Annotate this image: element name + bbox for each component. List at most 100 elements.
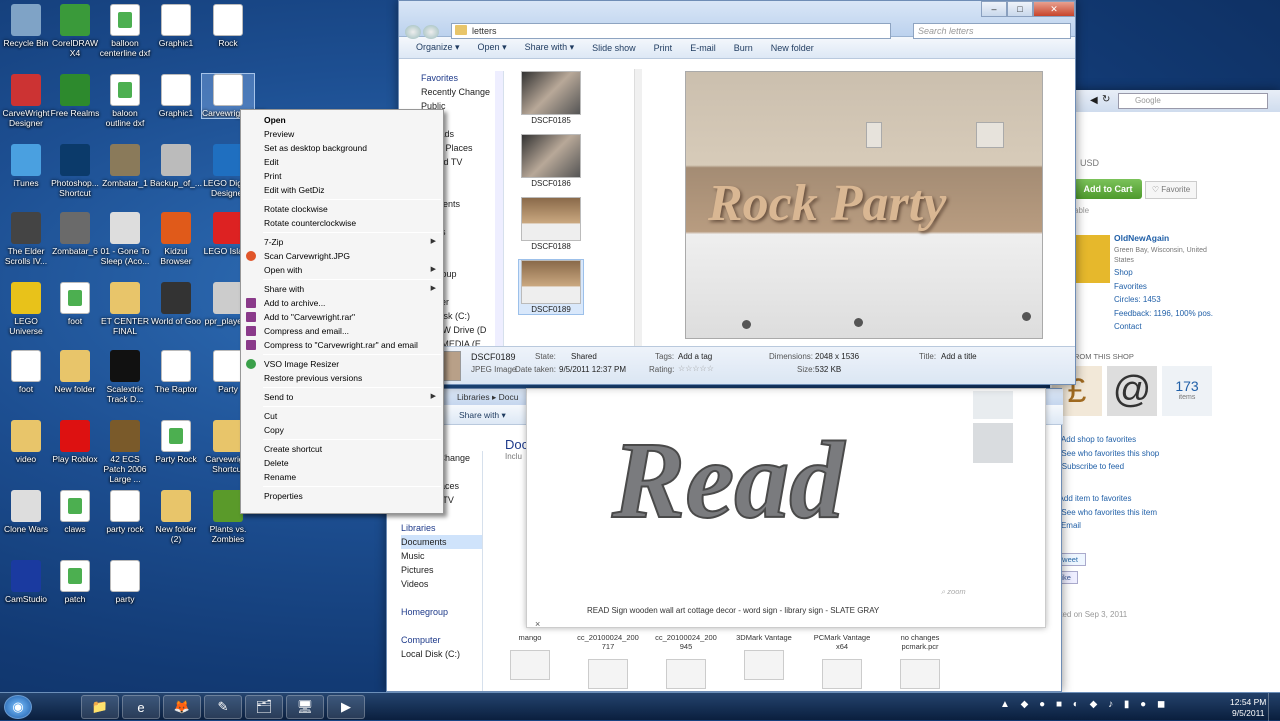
menu-item-add-to-archive[interactable]: Add to archive... bbox=[241, 296, 443, 310]
folder-icon[interactable]: 🗂 bbox=[245, 695, 283, 719]
nav-item[interactable]: Computer bbox=[401, 633, 482, 647]
nav-item[interactable]: Videos bbox=[401, 577, 482, 591]
file-item[interactable]: mango bbox=[495, 633, 565, 680]
maximize-button[interactable]: □ bbox=[1007, 1, 1033, 17]
menu-item-edit[interactable]: Edit bbox=[241, 155, 443, 169]
menu-item-open-with[interactable]: Open with ▶ bbox=[241, 263, 443, 277]
nav-item[interactable]: Local Disk (C:) bbox=[401, 647, 482, 661]
menu-item-scan-carvewright-jpg[interactable]: Scan Carvewright.JPG bbox=[241, 249, 443, 263]
desktop-icon[interactable]: Kidzui Browser bbox=[150, 212, 202, 266]
refresh-icon[interactable]: ↻ bbox=[1102, 94, 1110, 105]
desktop-icon[interactable]: Zombatar_6 bbox=[49, 212, 101, 256]
link-item[interactable]: ♡ See who favorites this item bbox=[1052, 506, 1157, 520]
menu-item-7-zip[interactable]: 7-Zip ▶ bbox=[241, 235, 443, 249]
link-item[interactable]: Favorites bbox=[1114, 280, 1213, 294]
desktop-icon[interactable]: Scalextric Track D... bbox=[99, 350, 151, 404]
desktop-icon[interactable]: Free Realms bbox=[49, 74, 101, 118]
menu-item-properties[interactable]: Properties bbox=[241, 489, 443, 503]
file-item[interactable]: no changes pcmark.pcr bbox=[885, 633, 955, 689]
close-panel-icon[interactable]: × bbox=[535, 619, 540, 629]
menu-item-share-with[interactable]: Share with ▶ bbox=[241, 282, 443, 296]
firefox-icon[interactable]: 🦊 bbox=[163, 695, 201, 719]
toolbar-button[interactable]: Print bbox=[654, 43, 673, 53]
add-to-cart-button[interactable]: Add to Cart bbox=[1074, 179, 1142, 199]
desktop-icon[interactable]: Graphic1 bbox=[150, 4, 202, 48]
menu-item-compress-to-carvewright-rar-and-email[interactable]: Compress to "Carvewright.rar" and email bbox=[241, 338, 443, 352]
nav-item[interactable]: Documents bbox=[401, 535, 482, 549]
link-item[interactable]: Circles: 1453 bbox=[1114, 293, 1213, 307]
link-item[interactable]: ♡ Add shop to favorites bbox=[1052, 433, 1159, 447]
toolbar-button[interactable]: E-mail bbox=[690, 43, 716, 53]
items-count-box[interactable]: 173 items bbox=[1162, 366, 1212, 416]
favorite-button[interactable]: ♡ Favorite bbox=[1145, 181, 1197, 199]
clock-date[interactable]: 9/5/2011 bbox=[1232, 708, 1264, 718]
address-bar[interactable]: letters bbox=[451, 23, 891, 39]
desktop-icon[interactable]: The Elder Scrolls IV... bbox=[0, 212, 52, 266]
desktop-icon[interactable]: World of Goo bbox=[150, 282, 202, 326]
rating-stars[interactable]: ☆☆☆☆☆ bbox=[678, 364, 714, 373]
desktop-icon[interactable]: Party Rock bbox=[150, 420, 202, 464]
menu-item-send-to[interactable]: Send to ▶ bbox=[241, 390, 443, 404]
ie-icon[interactable]: e bbox=[122, 695, 160, 719]
minimize-button[interactable]: – bbox=[981, 1, 1007, 17]
link-item[interactable]: ♡ See who favorites this shop bbox=[1052, 447, 1159, 461]
file-item[interactable]: DSCF0185 bbox=[519, 71, 583, 125]
media-icon[interactable]: ▶ bbox=[327, 695, 365, 719]
nav-scrollbar[interactable] bbox=[495, 71, 503, 346]
nav-item[interactable]: Favorites bbox=[421, 71, 503, 85]
desktop-icon[interactable]: CarveWright Designer bbox=[0, 74, 52, 128]
toolbar-button[interactable]: Open ▾ bbox=[478, 42, 507, 53]
menu-item-restore-previous-versions[interactable]: Restore previous versions bbox=[241, 371, 443, 385]
menu-item-rotate-counterclockwise[interactable]: Rotate counterclockwise bbox=[241, 216, 443, 230]
search-input[interactable]: Search letters bbox=[913, 23, 1071, 39]
show-desktop-button[interactable] bbox=[1268, 693, 1280, 721]
toolbar-button[interactable]: New folder bbox=[771, 43, 814, 53]
desktop-icon[interactable]: Photoshop... Shortcut bbox=[49, 144, 101, 198]
back-button[interactable] bbox=[405, 25, 421, 39]
product-thumb-1[interactable] bbox=[973, 391, 1013, 419]
desktop-icon[interactable]: The Raptor bbox=[150, 350, 202, 394]
desktop-icon[interactable]: LEGO Universe bbox=[0, 282, 52, 336]
menu-item-create-shortcut[interactable]: Create shortcut bbox=[241, 442, 443, 456]
desktop-icon[interactable]: foot bbox=[49, 282, 101, 326]
file-item[interactable]: DSCF0186 bbox=[519, 134, 583, 188]
desktop-icon[interactable]: foot bbox=[0, 350, 52, 394]
desktop-icon[interactable]: 01 - Gone To Sleep (Aco... bbox=[99, 212, 151, 266]
desktop-icon[interactable]: New folder (2) bbox=[150, 490, 202, 544]
menu-item-set-as-desktop-background[interactable]: Set as desktop background bbox=[241, 141, 443, 155]
file-item[interactable]: PCMark Vantage x64 bbox=[807, 633, 877, 689]
paint-icon[interactable]: ✎ bbox=[204, 695, 242, 719]
back-icon[interactable]: ◀ bbox=[1090, 95, 1098, 106]
zoom-label[interactable]: ⌕ zoom bbox=[941, 587, 966, 597]
desktop-icon[interactable]: 42 ECS Patch 2006 Large ... bbox=[99, 420, 151, 484]
file-list-scrollbar[interactable] bbox=[634, 69, 642, 347]
shop-item-thumb-2[interactable]: @ bbox=[1107, 366, 1157, 416]
computer-icon[interactable]: 🖥 bbox=[286, 695, 324, 719]
desktop-icon[interactable]: patch bbox=[49, 560, 101, 604]
menu-item-cut[interactable]: Cut bbox=[241, 409, 443, 423]
shop-name[interactable]: OldNewAgain bbox=[1114, 233, 1169, 243]
menu-item-rename[interactable]: Rename bbox=[241, 470, 443, 484]
start-orb-icon[interactable]: ◉ bbox=[4, 695, 32, 719]
nav-item[interactable]: Music bbox=[401, 549, 482, 563]
libraries-breadcrumb[interactable]: Libraries ▸ Docu bbox=[457, 392, 518, 403]
file-item[interactable]: 3DMark Vantage bbox=[729, 633, 799, 680]
menu-item-open[interactable]: Open bbox=[241, 113, 443, 127]
file-item[interactable]: cc_20100024_200 945 bbox=[651, 633, 721, 689]
forward-button[interactable] bbox=[423, 25, 439, 39]
menu-item-copy[interactable]: Copy bbox=[241, 423, 443, 437]
link-item[interactable]: ▣ Subscribe to feed bbox=[1052, 460, 1159, 474]
toolbar-button[interactable]: Organize ▾ bbox=[416, 42, 460, 53]
title-value[interactable]: Add a title bbox=[941, 352, 977, 361]
desktop-icon[interactable]: Clone Wars bbox=[0, 490, 52, 534]
file-item[interactable]: DSCF0189 bbox=[518, 259, 584, 315]
menu-item-delete[interactable]: Delete bbox=[241, 456, 443, 470]
libraries-share-with[interactable]: Share with ▾ bbox=[459, 410, 506, 421]
menu-item-edit-with-getdiz[interactable]: Edit with GetDiz bbox=[241, 183, 443, 197]
desktop-icon[interactable]: claws bbox=[49, 490, 101, 534]
desktop-icon[interactable]: Play Roblox bbox=[49, 420, 101, 464]
menu-item-add-to-carvewright-rar[interactable]: Add to "Carvewright.rar" bbox=[241, 310, 443, 324]
product-thumb-2[interactable] bbox=[973, 423, 1013, 463]
menu-item-compress-and-email[interactable]: Compress and email... bbox=[241, 324, 443, 338]
link-item[interactable]: ✉ Email bbox=[1052, 519, 1157, 533]
